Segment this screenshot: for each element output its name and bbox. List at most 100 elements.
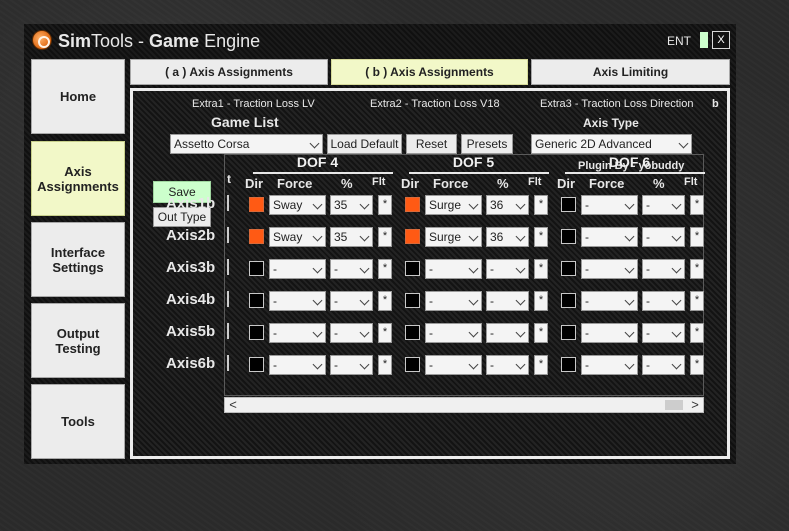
percent-value: 35 [334,230,348,244]
flt-toggle[interactable]: * [690,323,704,343]
dir-checkbox[interactable] [405,229,420,244]
force-select[interactable]: - [581,355,638,375]
tab-axis-assignments-a[interactable]: ( a ) Axis Assignments [130,59,328,85]
scrollbar-thumb[interactable] [665,400,683,410]
flt-toggle[interactable]: * [690,291,704,311]
percent-select[interactable]: - [330,291,373,311]
flt-toggle[interactable]: * [690,227,704,247]
percent-select[interactable]: - [486,355,529,375]
dir-checkbox[interactable] [561,325,576,340]
reset-button[interactable]: Reset [406,134,457,154]
dir-checkbox[interactable] [249,293,264,308]
dir-checkbox[interactable] [561,261,576,276]
flt-toggle[interactable]: * [378,227,392,247]
scroll-left-arrow-icon[interactable]: < [227,398,239,411]
horizontal-scrollbar[interactable]: < > [224,397,704,413]
percent-select[interactable]: - [330,355,373,375]
tab-axis-limiting[interactable]: Axis Limiting [531,59,730,85]
dir-checkbox[interactable] [405,325,420,340]
ent-indicator [700,32,708,48]
flt-toggle[interactable]: * [378,195,392,215]
percent-select[interactable]: - [642,291,685,311]
chevron-down-icon [359,327,370,338]
force-select[interactable]: - [581,323,638,343]
flt-toggle[interactable]: * [690,259,704,279]
tab-axis-assignments-b[interactable]: ( b ) Axis Assignments [331,59,528,85]
nav-output-testing-button[interactable]: Output Testing [31,303,125,378]
scroll-right-arrow-icon[interactable]: > [689,398,701,411]
force-select[interactable]: Surge [425,195,482,215]
percent-select[interactable]: - [330,259,373,279]
chevron-down-icon [312,327,323,338]
chevron-down-icon [515,199,526,210]
nav-axis-assignments-button[interactable]: Axis Assignments [31,141,125,216]
dir-checkbox[interactable] [249,197,264,212]
percent-select[interactable]: 36 [486,227,529,247]
nav-home-button[interactable]: Home [31,59,125,134]
flt-header: Flt [528,176,542,188]
dir-checkbox[interactable] [405,357,420,372]
flt-toggle[interactable]: * [534,227,548,247]
percent-select[interactable]: - [486,259,529,279]
percent-select[interactable]: 35 [330,195,373,215]
flt-toggle[interactable]: * [378,259,392,279]
presets-button[interactable]: Presets [461,134,513,154]
game-list-select[interactable]: Assetto Corsa [170,134,323,154]
force-select[interactable]: - [581,259,638,279]
percent-select[interactable]: - [642,259,685,279]
force-select[interactable]: - [581,227,638,247]
dir-checkbox[interactable] [249,261,264,276]
flt-toggle[interactable]: * [378,291,392,311]
percent-select[interactable]: - [642,355,685,375]
flt-toggle[interactable]: * [378,355,392,375]
percent-header: % [341,176,353,191]
force-select[interactable]: - [425,355,482,375]
load-default-button[interactable]: Load Default [327,134,402,154]
flt-toggle[interactable]: * [534,195,548,215]
percent-select[interactable]: - [642,227,685,247]
chevron-down-icon [515,295,526,306]
force-select[interactable]: - [581,195,638,215]
dir-checkbox[interactable] [561,293,576,308]
force-select[interactable]: Sway [269,195,326,215]
force-select[interactable]: - [269,355,326,375]
dir-checkbox[interactable] [249,229,264,244]
flt-toggle[interactable]: * [534,355,548,375]
force-select[interactable]: Sway [269,227,326,247]
percent-select[interactable]: - [330,323,373,343]
force-select[interactable]: - [269,323,326,343]
force-select[interactable]: - [269,259,326,279]
flt-toggle[interactable]: * [534,323,548,343]
axis-type-select[interactable]: Generic 2D Advanced [531,134,692,154]
dir-checkbox[interactable] [249,357,264,372]
dir-checkbox[interactable] [561,357,576,372]
close-button[interactable]: X [712,31,730,49]
percent-select[interactable]: - [486,291,529,311]
dir-checkbox[interactable] [249,325,264,340]
flt-toggle[interactable]: * [378,323,392,343]
percent-select[interactable]: - [642,195,685,215]
force-select[interactable]: - [425,291,482,311]
flt-toggle[interactable]: * [534,291,548,311]
flt-toggle[interactable]: * [690,195,704,215]
flt-toggle[interactable]: * [690,355,704,375]
percent-select[interactable]: - [642,323,685,343]
flt-toggle[interactable]: * [534,259,548,279]
force-select[interactable]: Surge [425,227,482,247]
force-select[interactable]: - [581,291,638,311]
percent-select[interactable]: 36 [486,195,529,215]
nav-interface-settings-button[interactable]: Interface Settings [31,222,125,297]
dir-checkbox[interactable] [405,261,420,276]
force-select[interactable]: - [269,291,326,311]
percent-select[interactable]: 35 [330,227,373,247]
dir-checkbox[interactable] [561,197,576,212]
force-select[interactable]: - [425,259,482,279]
nav-tools-button[interactable]: Tools [31,384,125,459]
dir-checkbox[interactable] [405,197,420,212]
percent-select[interactable]: - [486,323,529,343]
axis-row-marker [227,195,229,211]
dir-checkbox[interactable] [405,293,420,308]
force-select[interactable]: - [425,323,482,343]
extra1-label: Extra1 - Traction Loss LV [192,98,315,110]
dir-checkbox[interactable] [561,229,576,244]
